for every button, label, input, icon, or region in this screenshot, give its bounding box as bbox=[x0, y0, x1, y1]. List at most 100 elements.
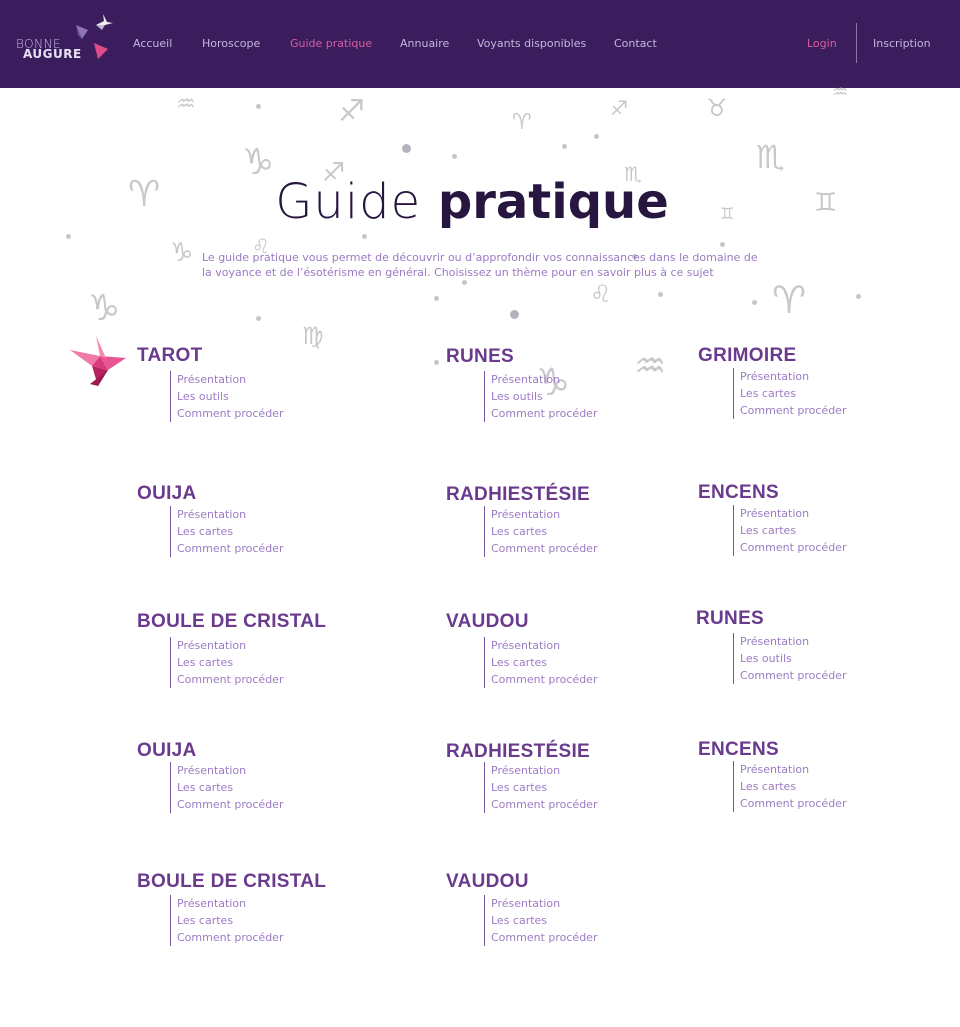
guide-section-runes-2: RUNES Présentation Les outils Comment pr… bbox=[696, 608, 846, 684]
section-link-presentation[interactable]: Présentation bbox=[177, 895, 283, 912]
section-link-cartes[interactable]: Les cartes bbox=[177, 523, 283, 540]
section-link-comment-proceder[interactable]: Comment procéder bbox=[177, 405, 283, 422]
section-link-cartes[interactable]: Les cartes bbox=[740, 778, 846, 795]
section-link-cartes[interactable]: Les cartes bbox=[740, 522, 846, 539]
section-link-presentation[interactable]: Présentation bbox=[491, 762, 597, 779]
section-title[interactable]: VAUDOU bbox=[446, 611, 529, 633]
section-link-presentation[interactable]: Présentation bbox=[491, 895, 597, 912]
section-link-presentation[interactable]: Présentation bbox=[177, 762, 283, 779]
section-title[interactable]: BOULE DE CRISTAL bbox=[137, 611, 326, 633]
guide-section-radhiestesie: RADHIESTÉSIE Présentation Les cartes Com… bbox=[446, 484, 597, 557]
section-title[interactable]: BOULE DE CRISTAL bbox=[137, 871, 326, 893]
section-link-cartes[interactable]: Les cartes bbox=[491, 654, 597, 671]
page-title-light: Guide bbox=[275, 174, 422, 230]
section-link-cartes[interactable]: Les cartes bbox=[177, 779, 283, 796]
section-link-presentation[interactable]: Présentation bbox=[491, 371, 597, 388]
section-link-outils[interactable]: Les outils bbox=[177, 388, 283, 405]
section-links: Présentation Les cartes Comment procéder bbox=[170, 762, 283, 813]
section-link-cartes[interactable]: Les cartes bbox=[491, 523, 597, 540]
page-title-bold: pratique bbox=[437, 174, 669, 230]
section-links: Présentation Les outils Comment procéder bbox=[170, 371, 283, 422]
section-links: Présentation Les cartes Comment procéder bbox=[733, 368, 846, 419]
section-title[interactable]: ENCENS bbox=[698, 739, 779, 761]
brand-name-line2: AUGURE bbox=[23, 47, 82, 61]
signup-link[interactable]: Inscription bbox=[873, 37, 931, 50]
section-link-comment-proceder[interactable]: Comment procéder bbox=[177, 929, 283, 946]
guide-section-vaudou-2: VAUDOU Présentation Les cartes Comment p… bbox=[446, 871, 597, 946]
star-dot bbox=[658, 292, 663, 297]
guide-section-boule-de-cristal: BOULE DE CRISTAL Présentation Les cartes… bbox=[137, 611, 326, 688]
section-link-presentation[interactable]: Présentation bbox=[177, 506, 283, 523]
virgo-icon: ♍ bbox=[302, 322, 324, 350]
section-link-cartes[interactable]: Les cartes bbox=[740, 385, 846, 402]
star-dot bbox=[434, 296, 439, 301]
section-link-presentation[interactable]: Présentation bbox=[740, 505, 846, 522]
section-links: Présentation Les cartes Comment procéder bbox=[170, 637, 283, 688]
section-link-presentation[interactable]: Présentation bbox=[491, 506, 597, 523]
aquarius-icon: ♒ bbox=[634, 346, 667, 387]
aquarius-icon: ♒ bbox=[832, 82, 849, 103]
section-link-cartes[interactable]: Les cartes bbox=[177, 912, 283, 929]
section-link-comment-proceder[interactable]: Comment procéder bbox=[491, 405, 597, 422]
section-link-comment-proceder[interactable]: Comment procéder bbox=[491, 540, 597, 557]
section-link-outils[interactable]: Les outils bbox=[491, 388, 597, 405]
section-links: Présentation Les cartes Comment procéder bbox=[170, 506, 283, 557]
section-title[interactable]: RADHIESTÉSIE bbox=[446, 741, 590, 763]
sagittarius-icon: ♐ bbox=[338, 94, 365, 129]
section-link-comment-proceder[interactable]: Comment procéder bbox=[177, 540, 283, 557]
star-dot bbox=[462, 280, 467, 285]
star-dot bbox=[452, 154, 457, 159]
white-bird-icon bbox=[96, 14, 113, 30]
section-link-comment-proceder[interactable]: Comment procéder bbox=[740, 795, 846, 812]
section-links: Présentation Les cartes Comment procéder bbox=[170, 895, 283, 946]
section-link-comment-proceder[interactable]: Comment procéder bbox=[740, 539, 846, 556]
section-title[interactable]: OUIJA bbox=[137, 740, 197, 762]
nav-item-horoscope[interactable]: Horoscope bbox=[202, 37, 260, 50]
section-link-presentation[interactable]: Présentation bbox=[491, 637, 597, 654]
section-link-cartes[interactable]: Les cartes bbox=[491, 912, 597, 929]
section-link-outils[interactable]: Les outils bbox=[740, 650, 846, 667]
guide-section-radhiestesie-2: RADHIESTÉSIE Présentation Les cartes Com… bbox=[446, 741, 597, 813]
star-dot bbox=[66, 234, 71, 239]
page-intro: Le guide pratique vous permet de découvr… bbox=[202, 251, 758, 279]
section-title[interactable]: TAROT bbox=[137, 345, 203, 367]
brand-logo[interactable]: BONNE AUGURE bbox=[14, 13, 114, 69]
section-link-presentation[interactable]: Présentation bbox=[740, 761, 846, 778]
nav-item-accueil[interactable]: Accueil bbox=[133, 37, 172, 50]
aries-icon: ♈ bbox=[772, 278, 807, 322]
nav-item-contact[interactable]: Contact bbox=[614, 37, 657, 50]
guide-section-ouija: OUIJA Présentation Les cartes Comment pr… bbox=[137, 483, 283, 557]
section-links: Présentation Les cartes Comment procéder bbox=[484, 762, 597, 813]
section-link-presentation[interactable]: Présentation bbox=[177, 637, 283, 654]
section-links: Présentation Les cartes Comment procéder bbox=[733, 505, 846, 556]
nav-item-guide-pratique[interactable]: Guide pratique bbox=[290, 37, 372, 50]
section-title[interactable]: ENCENS bbox=[698, 482, 779, 504]
section-title[interactable]: GRIMOIRE bbox=[698, 345, 796, 367]
section-title[interactable]: VAUDOU bbox=[446, 871, 529, 893]
section-link-comment-proceder[interactable]: Comment procéder bbox=[491, 796, 597, 813]
section-link-presentation[interactable]: Présentation bbox=[740, 633, 846, 650]
section-link-presentation[interactable]: Présentation bbox=[177, 371, 283, 388]
section-link-comment-proceder[interactable]: Comment procéder bbox=[177, 796, 283, 813]
section-link-comment-proceder[interactable]: Comment procéder bbox=[177, 671, 283, 688]
nav-item-voyants-disponibles[interactable]: Voyants disponibles bbox=[477, 37, 586, 50]
section-link-comment-proceder[interactable]: Comment procéder bbox=[491, 929, 597, 946]
section-links: Présentation Les cartes Comment procéder bbox=[484, 895, 597, 946]
section-link-presentation[interactable]: Présentation bbox=[740, 368, 846, 385]
section-link-comment-proceder[interactable]: Comment procéder bbox=[491, 671, 597, 688]
guide-section-grimoire: GRIMOIRE Présentation Les cartes Comment… bbox=[698, 345, 846, 419]
section-title[interactable]: RUNES bbox=[446, 346, 514, 368]
section-link-cartes[interactable]: Les cartes bbox=[491, 779, 597, 796]
section-link-comment-proceder[interactable]: Comment procéder bbox=[740, 402, 846, 419]
section-title[interactable]: RUNES bbox=[696, 608, 764, 630]
section-links: Présentation Les cartes Comment procéder bbox=[484, 506, 597, 557]
star-dot bbox=[510, 310, 519, 319]
login-link[interactable]: Login bbox=[807, 37, 837, 50]
section-link-cartes[interactable]: Les cartes bbox=[177, 654, 283, 671]
section-title[interactable]: RADHIESTÉSIE bbox=[446, 484, 590, 506]
section-link-comment-proceder[interactable]: Comment procéder bbox=[740, 667, 846, 684]
section-title[interactable]: OUIJA bbox=[137, 483, 197, 505]
nav-item-annuaire[interactable]: Annuaire bbox=[400, 37, 449, 50]
section-links: Présentation Les outils Comment procéder bbox=[484, 371, 597, 422]
section-links: Présentation Les cartes Comment procéder bbox=[733, 761, 846, 812]
